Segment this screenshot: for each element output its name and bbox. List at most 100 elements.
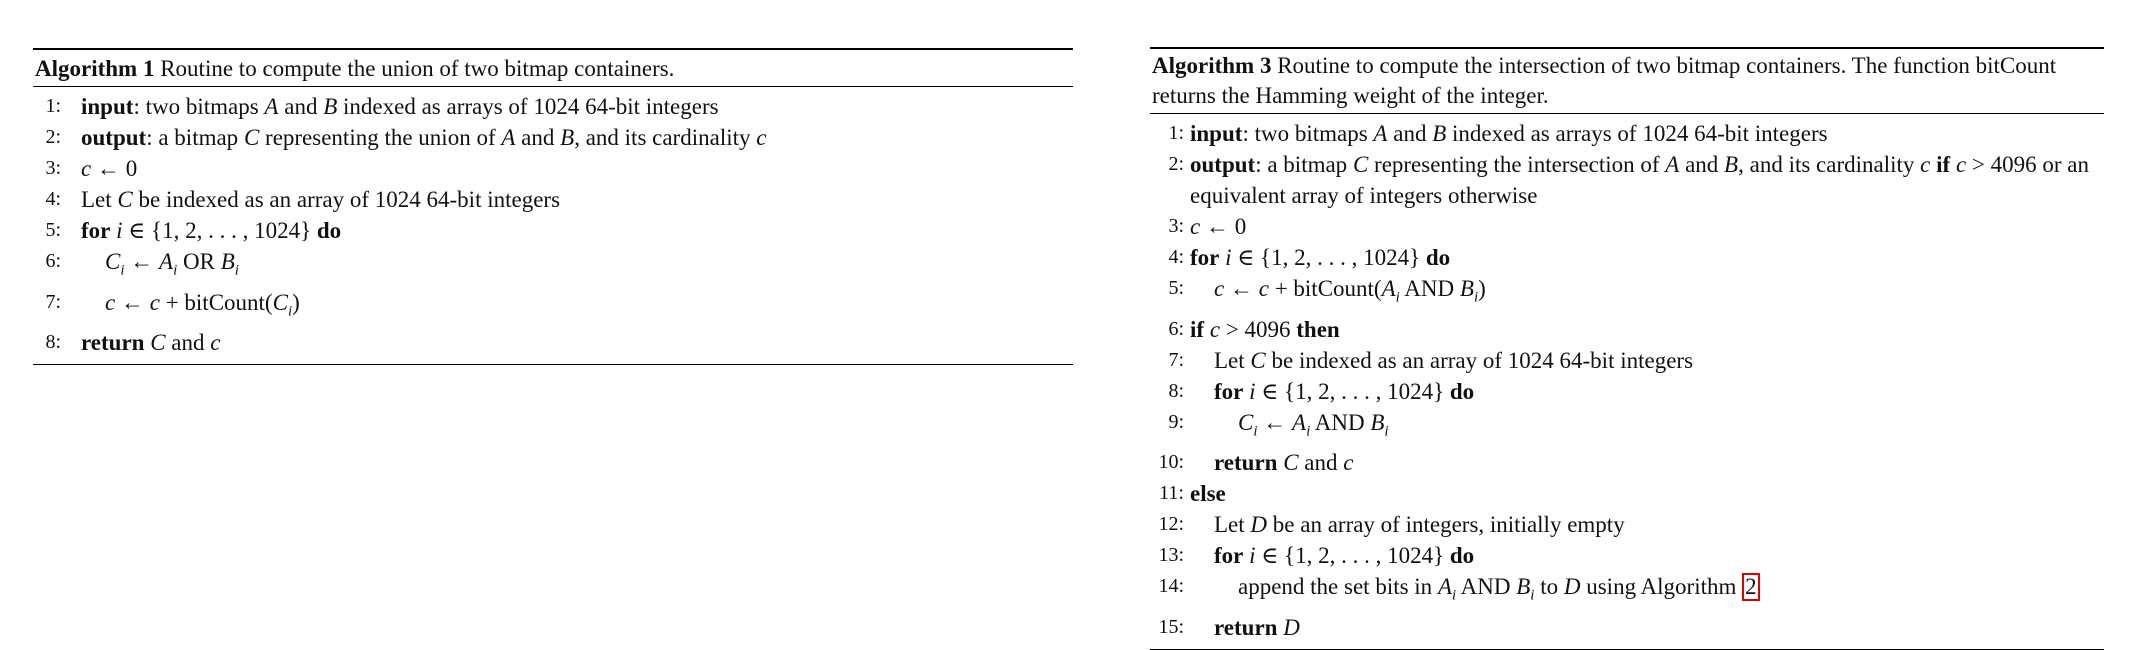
keyword: output [81, 125, 147, 150]
math-variable: C [105, 249, 121, 274]
text-segment: ← [115, 289, 150, 315]
pseudocode-line: 14: append the set bits in Ai AND Bi to D… [1150, 571, 2104, 612]
math-variable: D [1563, 574, 1581, 600]
line-number: 10: [1158, 451, 1184, 474]
math-variable: C [1250, 347, 1266, 373]
pseudocode-line: 15: return D [1150, 612, 2104, 643]
text-segment: be indexed as an array of 1024 64-bit in… [1265, 347, 1694, 373]
line-number: 11: [1159, 482, 1184, 505]
math-variable: B [1724, 152, 1739, 177]
algorithm-1-block: Algorithm 1 Routine to compute the union… [33, 48, 1073, 366]
math-variable: C [117, 187, 133, 212]
line-content: c ← c + bitCount(Ai AND Bi) [1214, 273, 2104, 314]
pseudocode-line: 3: c ← 0 [1150, 211, 2104, 242]
line-number: 15: [1158, 615, 1184, 638]
math-variable: B [323, 94, 338, 119]
keyword: input [81, 94, 134, 119]
pseudocode-line: 9: Ci ← Ai AND Bi [1150, 407, 2104, 448]
keyword: if [1936, 152, 1951, 177]
keyword: if [1190, 316, 1205, 342]
text-segment: ← [124, 249, 160, 274]
pseudocode-line: 4: Let C be indexed as an array of 1024 6… [33, 184, 1073, 215]
math-variable: B [560, 125, 575, 150]
math-variable: C [1238, 409, 1254, 435]
keyword: for [81, 218, 111, 243]
math-variable: B [1459, 276, 1474, 301]
line-content: for i ∈ {1, 2, . . . , 1024} do [1214, 540, 2104, 571]
pseudocode-line: 5: for i ∈ {1, 2, . . . , 1024} do [33, 215, 1073, 246]
line-number: 14: [1158, 575, 1184, 598]
math-variable: c [1955, 152, 1967, 177]
text-segment: ∈ {1, 2, . . . , 1024} [1255, 543, 1450, 569]
line-content: input: two bitmaps A and B indexed as ar… [1190, 118, 2104, 149]
text-segment: > 4096 [1220, 316, 1297, 342]
math-variable: B [1432, 121, 1447, 146]
line-number: 5: [45, 219, 61, 241]
math-variable: c [756, 125, 767, 150]
line-content: Ci ← Ai AND Bi [1238, 407, 2104, 448]
keyword: input [1190, 121, 1243, 146]
math-variable: c [1214, 276, 1225, 301]
text-segment: + bitCount( [159, 289, 273, 315]
keyword: output [1190, 152, 1256, 177]
keyword: for [1190, 245, 1220, 270]
line-content: output: a bitmap C representing the inte… [1190, 149, 2104, 211]
text-segment: : two bitmaps [1242, 121, 1374, 146]
text-segment: and [165, 330, 211, 356]
text-segment: be indexed as an array of 1024 64-bit in… [132, 187, 561, 212]
line-content: for i ∈ {1, 2, . . . , 1024} do [1214, 376, 2104, 407]
math-variable: A [1381, 276, 1396, 301]
line-content: return D [1214, 612, 2104, 643]
line-content: Let C be indexed as an array of 1024 64-… [1214, 345, 2104, 376]
line-content: Let C be indexed as an array of 1024 64-… [81, 184, 1073, 215]
pseudocode-line: 3: c ← 0 [33, 153, 1073, 184]
subscript: i [1384, 423, 1389, 440]
keyword: for [1214, 543, 1244, 569]
math-variable: B [1370, 409, 1385, 435]
pseudocode-line: 2: output: a bitmap C representing the un… [33, 122, 1073, 153]
keyword: do [1449, 378, 1475, 404]
pseudocode-line: 5: c ← c + bitCount(Ai AND Bi) [1150, 273, 2104, 314]
text-segment: ∈ {1, 2, . . . , 1024} [122, 218, 317, 243]
line-number: 13: [1158, 544, 1184, 567]
keyword: for [1214, 378, 1244, 404]
math-variable: C [150, 330, 166, 356]
math-variable: c [149, 289, 160, 315]
keyword: return [1214, 450, 1278, 476]
text-segment: AND [1310, 409, 1371, 435]
line-number: 1: [1168, 122, 1184, 144]
line-number: 12: [1158, 513, 1184, 536]
math-variable: c [1209, 316, 1221, 342]
line-content: else [1190, 478, 2104, 509]
pseudocode-line: 7: c ← c + bitCount(Ci) [33, 287, 1073, 328]
text-segment: to [1534, 574, 1564, 600]
keyword: then [1296, 316, 1340, 342]
line-number: 2: [45, 126, 61, 148]
math-variable: B [1516, 574, 1531, 600]
math-variable: D [1250, 512, 1268, 538]
caption-text: Routine to compute the intersection of t… [1152, 53, 2057, 108]
text-segment: ← 0 [1200, 214, 1247, 239]
keyword: else [1190, 481, 1226, 507]
pseudocode-line: 8: for i ∈ {1, 2, . . . , 1024} do [1150, 376, 2104, 407]
keyword: do [316, 218, 342, 243]
pseudocode-line: 1: input: two bitmaps A and B indexed as … [1150, 118, 2104, 149]
text-segment: Let [81, 187, 118, 212]
line-content: input: two bitmaps A and B indexed as ar… [81, 91, 1073, 122]
algorithm-label: Algorithm 3 [1152, 53, 1272, 78]
pseudocode-line: 2: output: a bitmap C representing the in… [1150, 149, 2104, 211]
line-content: output: a bitmap C representing the unio… [81, 122, 1073, 153]
keyword: do [1425, 245, 1451, 270]
math-variable: A [1292, 409, 1307, 435]
algorithm-reference-link[interactable]: 2 [1742, 573, 1760, 602]
text-segment: and [1298, 450, 1344, 476]
text-segment: , and its cardinality [574, 125, 757, 150]
text-segment: : a bitmap [1255, 152, 1353, 177]
math-variable: c [1343, 450, 1354, 476]
math-variable: A [1373, 121, 1388, 146]
text-segment: , and its cardinality [1738, 152, 1921, 177]
line-number: 9: [1168, 410, 1184, 433]
line-number: 8: [45, 331, 61, 354]
keyword: return [81, 330, 145, 356]
text-segment: ← [1257, 409, 1293, 435]
